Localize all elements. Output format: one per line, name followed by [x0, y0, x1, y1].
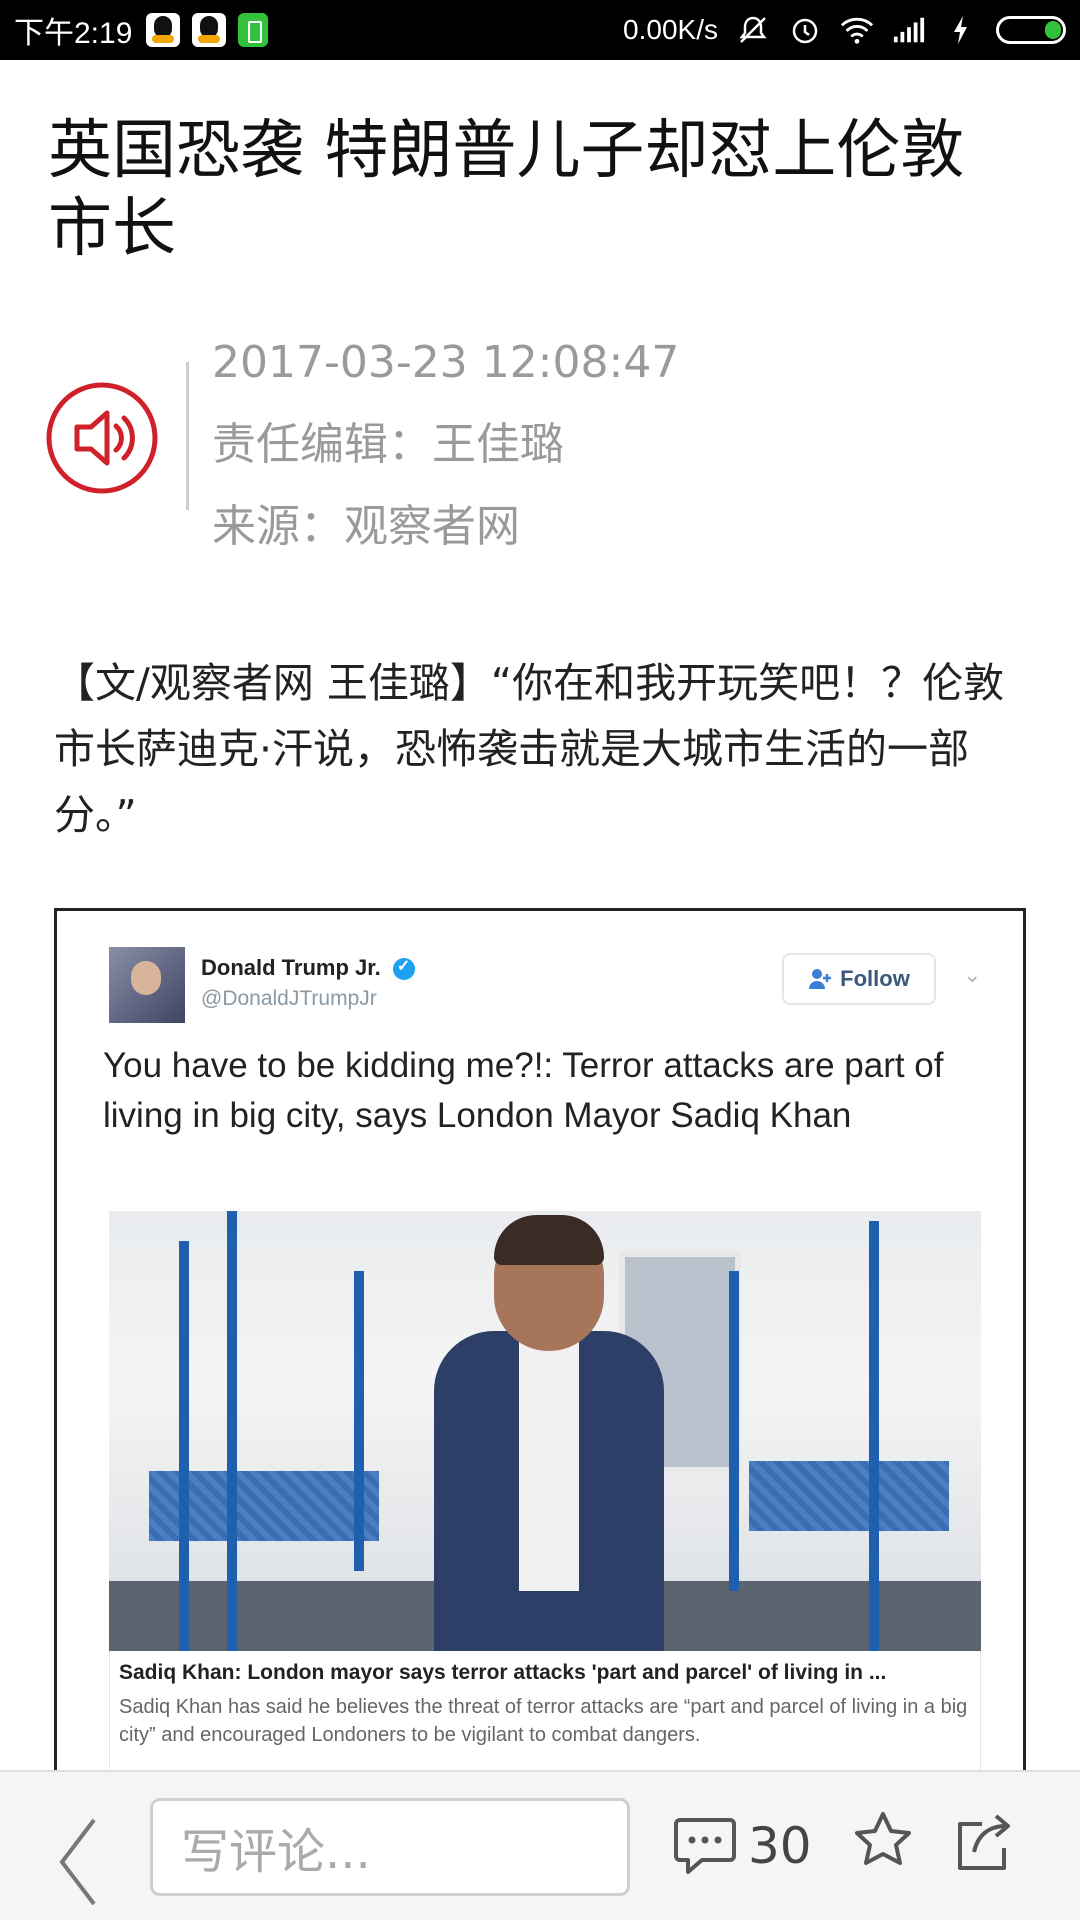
article-meta: 2017-03-23 12:08:47 责任编辑：王佳璐 来源：观察者网: [212, 322, 679, 568]
tweet-author-name: Donald Trump Jr.: [201, 955, 415, 981]
tweet-follow-button: Follow: [782, 953, 936, 1005]
article-paragraph: 【文/观察者网 王佳璐】“你在和我开玩笑吧！？伦敦市长萨迪克·汗说，恐怖袭击就是…: [54, 659, 1005, 839]
comment-button[interactable]: [672, 1812, 738, 1878]
alarm-icon: [788, 13, 822, 47]
train-seat-right: [749, 1461, 949, 1531]
comment-icon: [674, 1818, 736, 1874]
network-speed: 0.00K/s: [623, 14, 718, 45]
tweet-card-title: Sadiq Khan: London mayor says terror att…: [119, 1661, 887, 1684]
bottom-action-bar: 写评论... 30: [0, 1770, 1080, 1920]
article-source: 来源：观察者网: [212, 501, 520, 552]
verified-icon: [392, 956, 415, 981]
train-pole: [179, 1241, 189, 1651]
comment-input[interactable]: 写评论...: [150, 1798, 630, 1896]
tweet-photo: [109, 1211, 981, 1651]
tweet-text: You have to be kidding me?!: Terror atta…: [103, 1046, 944, 1135]
favorite-button[interactable]: [852, 1810, 914, 1872]
tweet-avatar: [109, 947, 185, 1023]
train-pole: [869, 1221, 879, 1651]
share-icon: [958, 1814, 1010, 1870]
mute-icon: [736, 13, 770, 47]
share-button[interactable]: [952, 1808, 1016, 1874]
tweet-handle: @DonaldJTrumpJr: [201, 987, 377, 1010]
tweet-card-description: Sadiq Khan has said he believes the thre…: [119, 1696, 968, 1746]
qq-notification-icon: [146, 13, 181, 47]
status-time: 下午2:19: [14, 17, 133, 50]
article-title: 英国恐袭 特朗普儿子却怼上伦敦市长: [48, 114, 965, 266]
embedded-tweet-image[interactable]: Donald Trump Jr. @DonaldJTrumpJr Follow …: [54, 908, 1026, 1908]
back-button[interactable]: [50, 1816, 110, 1906]
signal-icon: [892, 13, 926, 47]
article-editor: 责任编辑：王佳璐: [212, 419, 564, 470]
comment-count[interactable]: 30: [748, 1812, 812, 1880]
star-icon: [855, 1812, 911, 1865]
battery-icon: [996, 16, 1066, 44]
add-user-icon: [809, 969, 832, 989]
chevron-left-icon: [59, 1818, 96, 1906]
tweet-author-name-text: Donald Trump Jr.: [201, 955, 381, 980]
person-shirt: [519, 1331, 579, 1591]
tweet-follow-label: Follow: [840, 966, 910, 991]
article-date: 2017-03-23 12:08:47: [212, 337, 680, 388]
qq-notification-icon-2: [192, 13, 227, 47]
person-hair: [494, 1215, 604, 1265]
train-pole: [227, 1211, 237, 1651]
speaker-icon[interactable]: [44, 380, 160, 496]
train-pole: [354, 1271, 364, 1571]
chevron-down-icon: ⌄: [963, 963, 982, 988]
status-bar: 下午2:19 0.00K/s: [0, 0, 1080, 60]
battery-saver-icon: [238, 13, 269, 47]
meta-divider: [186, 362, 189, 510]
charging-icon: [944, 13, 978, 47]
train-pole: [729, 1271, 739, 1591]
wifi-icon: [840, 13, 874, 47]
